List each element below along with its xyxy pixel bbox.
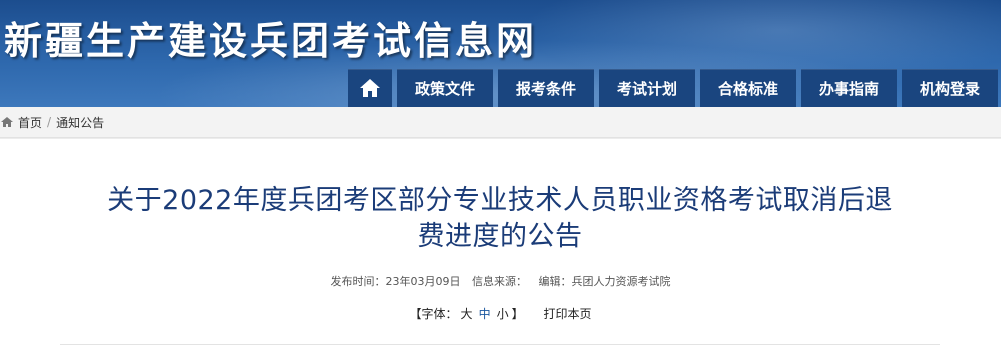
- nav-institution-login[interactable]: 机构登录: [902, 69, 998, 107]
- nav-exam-plan[interactable]: 考试计划: [599, 69, 695, 107]
- nav-home[interactable]: [348, 69, 392, 107]
- breadcrumb: 首页 / 通知公告: [0, 107, 1001, 138]
- site-title: 新疆生产建设兵团考试信息网: [4, 19, 538, 63]
- nav-policy-documents[interactable]: 政策文件: [397, 69, 493, 107]
- font-size-label-prefix: 【字体：: [409, 307, 458, 321]
- breadcrumb-current[interactable]: 通知公告: [56, 114, 104, 131]
- article-panel: 关于2022年度兵团考区部分专业技术人员职业资格考试取消后退 费进度的公告 发布…: [0, 139, 1001, 348]
- article-title-line2: 费进度的公告: [417, 221, 583, 252]
- font-small-button[interactable]: 小: [497, 307, 509, 321]
- breadcrumb-home-link[interactable]: 首页: [18, 114, 42, 131]
- font-size-label-suffix: 】: [511, 307, 524, 321]
- font-size-controls: 【字体：大中小】 打印本页: [0, 305, 1001, 322]
- nav-passing-standards[interactable]: 合格标准: [700, 69, 796, 107]
- breadcrumb-separator: /: [47, 115, 52, 129]
- article-title-line1: 关于2022年度兵团考区部分专业技术人员职业资格考试取消后退: [107, 185, 893, 216]
- print-page-button[interactable]: 打印本页: [543, 307, 591, 321]
- home-icon: [360, 79, 380, 97]
- home-icon: [1, 117, 13, 127]
- font-medium-button[interactable]: 中: [479, 307, 491, 321]
- nav-registration-requirements[interactable]: 报考条件: [498, 69, 594, 107]
- article-title: 关于2022年度兵团考区部分专业技术人员职业资格考试取消后退 费进度的公告: [60, 183, 940, 255]
- editor: 编辑：兵团人力资源考试院: [538, 275, 671, 288]
- site-header: 新疆生产建设兵团考试信息网 政策文件 报考条件 考试计划 合格标准 办事指南 机…: [0, 0, 1001, 107]
- nav-service-guide[interactable]: 办事指南: [801, 69, 897, 107]
- divider: [60, 344, 940, 345]
- info-source: 信息来源：: [472, 275, 527, 288]
- publish-time: 发布时间：23年03月09日: [330, 275, 461, 288]
- article-meta: 发布时间：23年03月09日 信息来源： 编辑：兵团人力资源考试院: [0, 273, 1001, 289]
- font-large-button[interactable]: 大: [461, 307, 473, 321]
- main-nav: 政策文件 报考条件 考试计划 合格标准 办事指南 机构登录: [348, 69, 998, 107]
